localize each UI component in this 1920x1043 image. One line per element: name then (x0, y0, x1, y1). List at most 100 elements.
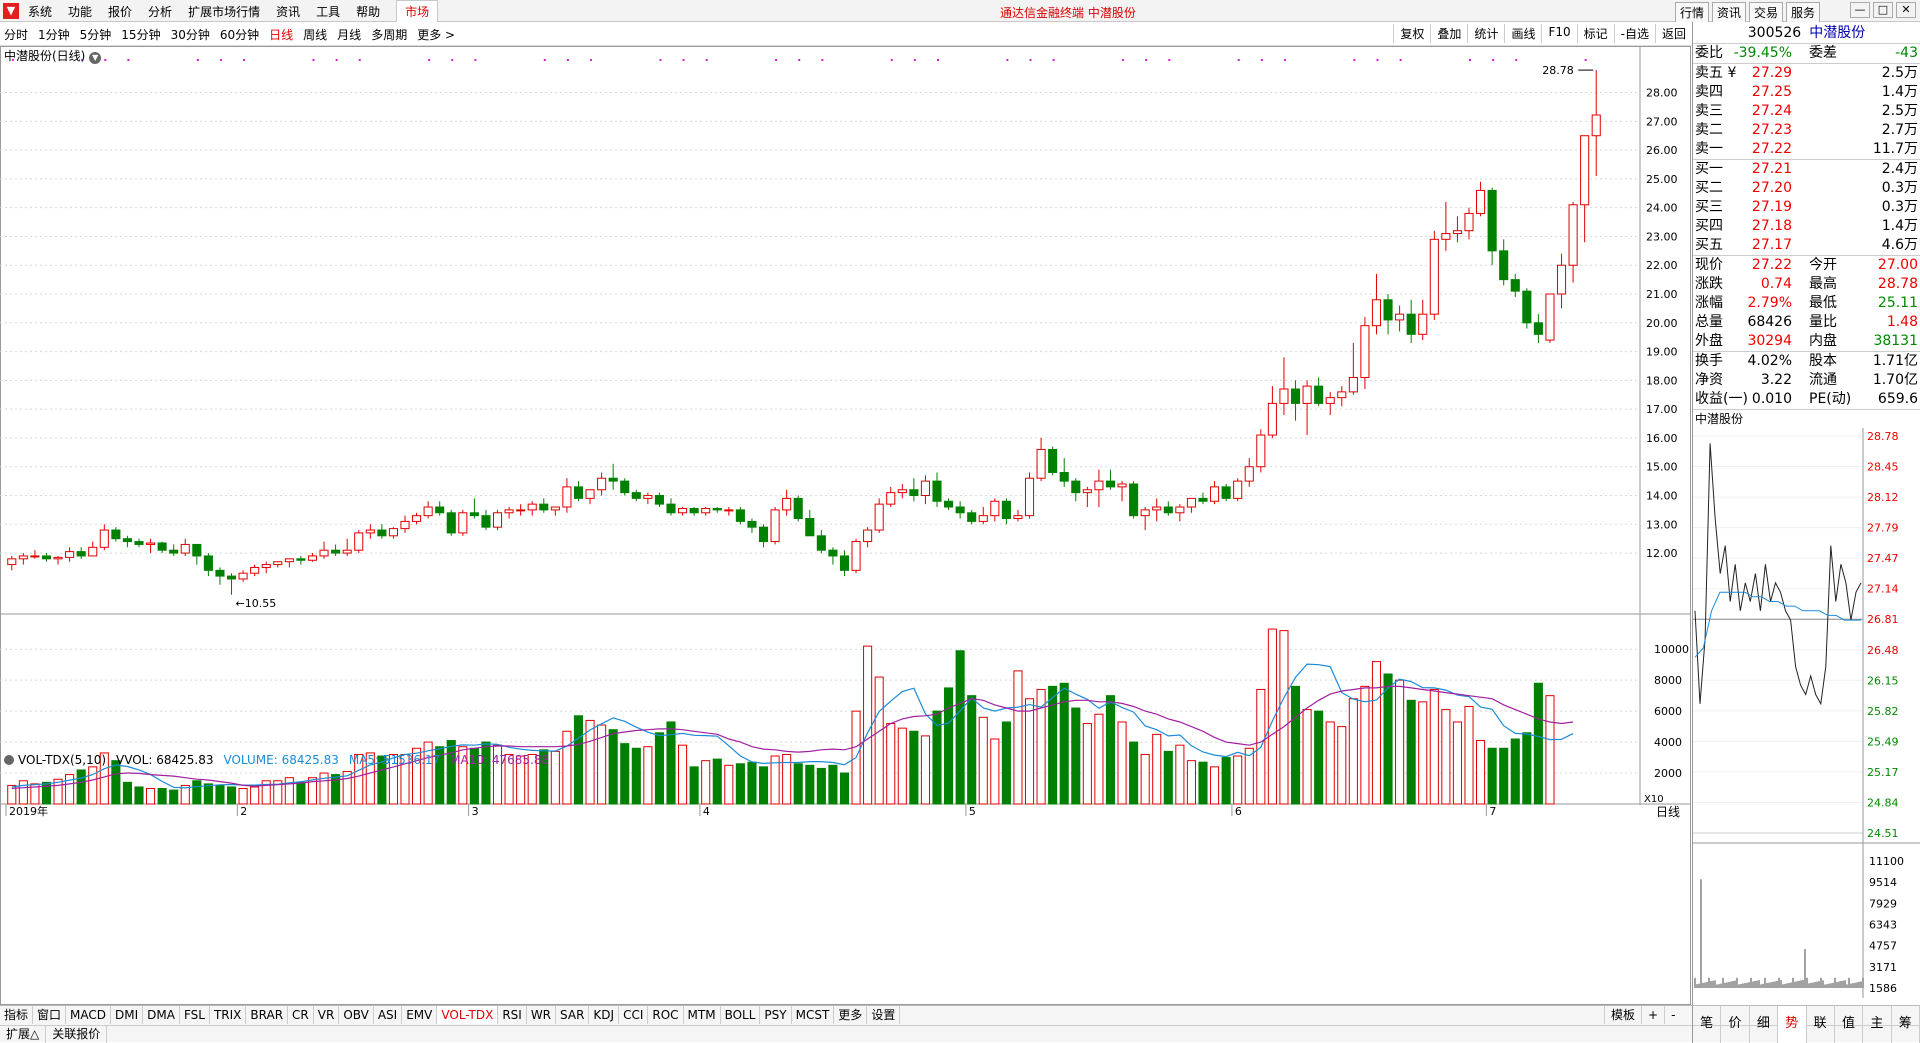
ask-row-0[interactable]: 卖五 ¥ 27.29 2.5万 (1693, 64, 1920, 83)
indicator-tab-23[interactable]: MCST (792, 1006, 835, 1024)
right-tab-4[interactable]: 联 (1807, 1006, 1835, 1043)
top-button-3[interactable]: 服务 (1785, 2, 1820, 23)
indicator-tab-14[interactable]: RSI (498, 1006, 527, 1024)
right-tab-0[interactable]: 笔 (1693, 1006, 1722, 1043)
indicator-tab-19[interactable]: ROC (648, 1006, 684, 1024)
right-tab-6[interactable]: 主 (1863, 1006, 1892, 1043)
indicator-tab-22[interactable]: PSY (760, 1006, 792, 1024)
tool-button-4[interactable]: F10 (1541, 24, 1576, 43)
indicator-tab-11[interactable]: ASI (374, 1006, 403, 1024)
indicator-tab-21[interactable]: BOLL (721, 1006, 761, 1024)
menu-item-8[interactable]: 市场 (396, 0, 439, 23)
bid-row-0[interactable]: 买一 27.21 2.4万 (1693, 160, 1920, 179)
template-button-1[interactable]: + (1641, 1006, 1664, 1024)
right-tab-1[interactable]: 价 (1721, 1006, 1750, 1043)
tool-button-3[interactable]: 画线 (1504, 24, 1541, 43)
maximize-icon[interactable]: □ (1873, 2, 1893, 18)
tool-button-1[interactable]: 叠加 (1430, 24, 1467, 43)
timeframe-tab-0[interactable]: 分时 (4, 26, 28, 43)
indicator-tab-12[interactable]: EMV (402, 1006, 438, 1024)
indicator-tab-20[interactable]: MTM (684, 1006, 721, 1024)
bid-row-3[interactable]: 买四 27.18 1.4万 (1693, 217, 1920, 236)
minimize-icon[interactable]: — (1850, 2, 1870, 18)
timeframe-tab-9[interactable]: 多周期 (371, 26, 407, 43)
candle-body (331, 549, 341, 554)
status-item-1[interactable]: 关联报价 (46, 1026, 108, 1043)
timeframe-tab-10[interactable]: 更多 > (417, 26, 455, 43)
indicator-tab-16[interactable]: SAR (556, 1006, 590, 1024)
ask-row-2[interactable]: 卖三 27.24 2.5万 (1693, 102, 1920, 121)
bid-row-4[interactable]: 买五 27.17 4.6万 (1693, 236, 1920, 255)
kline-chart-svg[interactable]: 28.00 27.00 26.00 25.00 24.00 23.00 22.00 21.00… (0, 46, 1692, 1005)
indicator-tab-6[interactable]: TRIX (210, 1006, 247, 1024)
indicator-tab-9[interactable]: VR (314, 1006, 340, 1024)
bid-row-1[interactable]: 买二 27.20 0.3万 (1693, 179, 1920, 198)
indicator-tab-24[interactable]: 更多 (834, 1006, 868, 1024)
indicator-tab-13[interactable]: VOL-TDX (437, 1006, 499, 1024)
timeframe-tab-4[interactable]: 30分钟 (171, 26, 210, 43)
indicator-tab-18[interactable]: CCI (619, 1006, 649, 1024)
stat2-label-2: 流通 (1809, 372, 1837, 388)
candle-body (354, 532, 364, 551)
stat2-value-2: 659.6 (1877, 391, 1918, 407)
menu-item-1[interactable]: 功能 (68, 3, 92, 20)
indicator-tab-8[interactable]: CR (288, 1006, 314, 1024)
right-tab-7[interactable]: 筹 (1892, 1006, 1920, 1043)
indicator-tab-0[interactable]: 指标 (0, 1006, 34, 1024)
timeframe-tab-8[interactable]: 月线 (337, 26, 361, 43)
right-tab-5[interactable]: 值 (1835, 1006, 1864, 1043)
candle-body (978, 515, 988, 522)
menu-item-4[interactable]: 扩展市场行情 (188, 3, 260, 20)
close-icon[interactable]: ✕ (1896, 2, 1916, 18)
indicator-tab-17[interactable]: KDJ (589, 1006, 620, 1024)
menu-item-7[interactable]: 帮助 (356, 3, 380, 20)
indicator-tab-4[interactable]: DMA (143, 1006, 180, 1024)
chart-dropdown-icon[interactable]: ▼ (89, 52, 102, 64)
top-button-1[interactable]: 资讯 (1711, 2, 1746, 23)
intraday-mini-chart[interactable]: 28.78 28.45 28.12 27.79 27.47 27.14 26.81 26.48… (1693, 428, 1920, 998)
indicator-tab-25[interactable]: 设置 (867, 1006, 901, 1024)
timeframe-tab-7[interactable]: 周线 (303, 26, 327, 43)
indicator-tab-5[interactable]: FSL (180, 1006, 210, 1024)
timeframe-tab-3[interactable]: 15分钟 (121, 26, 160, 43)
menu-item-3[interactable]: 分析 (148, 3, 172, 20)
ask-list: 卖五 ¥27.29 2.5万 卖四 27.25 1.4万 卖三 27.24 2.5万 卖二 27.… (1693, 64, 1920, 159)
tool-button-2[interactable]: 统计 (1467, 24, 1504, 43)
ask-row-4[interactable]: 卖一 27.22 11.7万 (1693, 140, 1920, 159)
template-button-2[interactable]: - (1664, 1006, 1681, 1024)
volume-indicator-icon[interactable] (4, 755, 14, 765)
bid-row-2[interactable]: 买三 27.19 0.3万 (1693, 198, 1920, 217)
tool-button-7[interactable]: 返回 (1654, 24, 1692, 43)
indicator-tab-10[interactable]: OBV (339, 1006, 374, 1024)
timeframe-tab-6[interactable]: 日线 (269, 26, 293, 43)
tool-button-5[interactable]: 标记 (1576, 24, 1614, 43)
candle-body (1545, 293, 1555, 341)
x-tick-label: 4 (703, 805, 710, 818)
timeframe-tab-5[interactable]: 60分钟 (220, 26, 259, 43)
top-button-0[interactable]: 行情 (1674, 2, 1709, 23)
menu-item-0[interactable]: 系统 (28, 3, 52, 20)
right-tab-3[interactable]: 势 (1778, 1006, 1807, 1043)
indicator-tab-1[interactable]: 窗口 (33, 1006, 67, 1024)
indicator-tab-7[interactable]: BRAR (246, 1006, 289, 1024)
indicator-tab-15[interactable]: WR (527, 1006, 557, 1024)
timeframe-tab-2[interactable]: 5分钟 (80, 26, 112, 43)
timeframe-tab-1[interactable]: 1分钟 (38, 26, 70, 43)
menu-item-5[interactable]: 资讯 (276, 3, 300, 20)
candle-body (1290, 388, 1301, 404)
right-tab-2[interactable]: 细 (1750, 1006, 1779, 1043)
indicator-tab-2[interactable]: MACD (66, 1006, 112, 1024)
app-logo-icon[interactable]: ▼ (3, 3, 19, 19)
ask-row-1[interactable]: 卖四 27.25 1.4万 (1693, 83, 1920, 102)
menu-item-2[interactable]: 报价 (108, 3, 132, 20)
top-button-2[interactable]: 交易 (1748, 2, 1783, 23)
tool-button-0[interactable]: 复权 (1393, 24, 1430, 43)
tool-button-6[interactable]: -自选 (1613, 24, 1655, 43)
template-button-0[interactable]: 模板 (1604, 1006, 1641, 1024)
menu-item-6[interactable]: 工具 (316, 3, 340, 20)
status-item-0[interactable]: 扩展△ (0, 1026, 47, 1043)
ask-row-3[interactable]: 卖二 27.23 2.7万 (1693, 121, 1920, 140)
indicator-tab-3[interactable]: DMI (111, 1006, 144, 1024)
candle-body (1221, 486, 1231, 499)
kline-chart-area[interactable]: 28.00 27.00 26.00 25.00 24.00 23.00 22.00 21.00… (0, 46, 1692, 1005)
